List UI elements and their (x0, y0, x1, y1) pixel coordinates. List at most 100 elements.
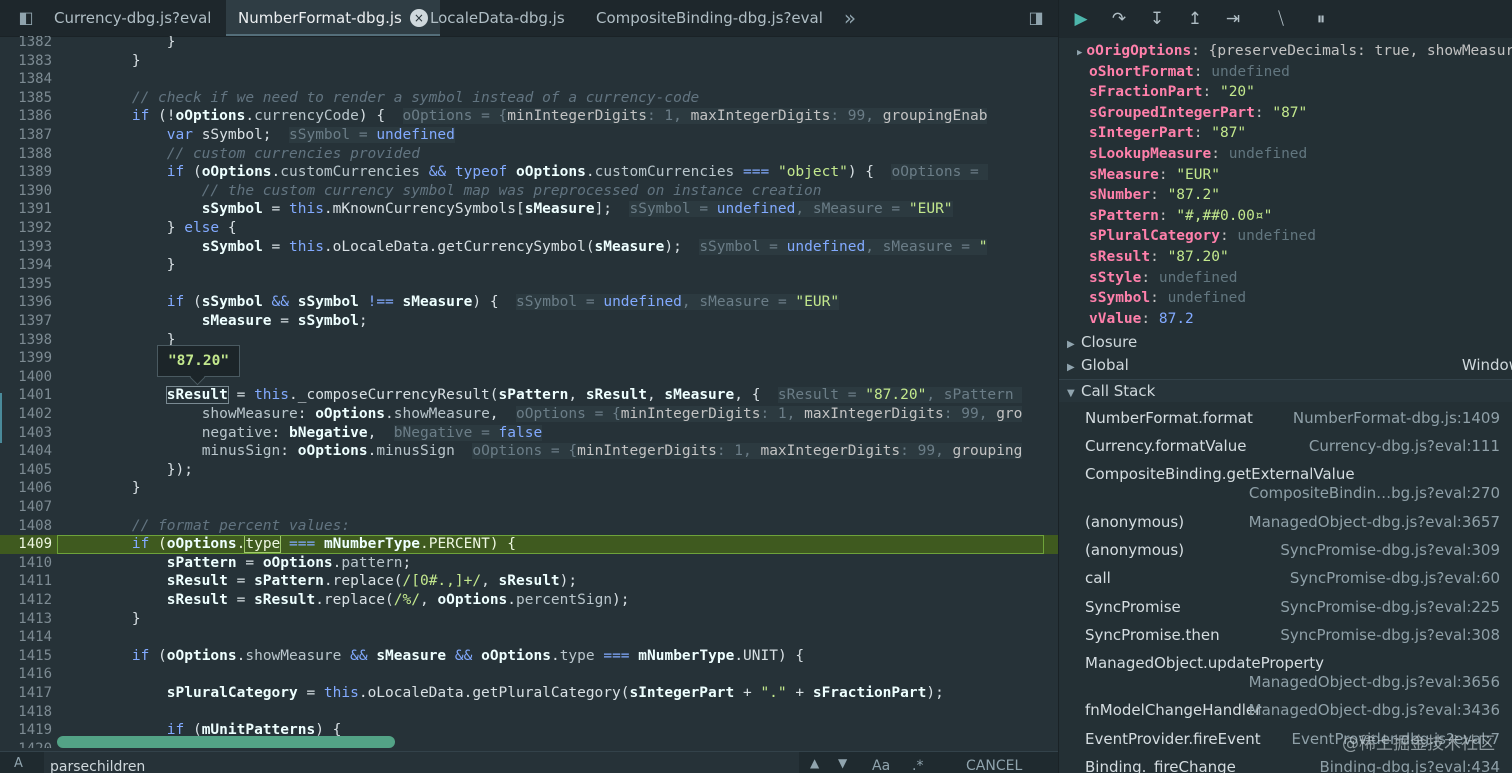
call-frame-location[interactable]: ManagedObject-dbg.js?eval:3436 (1249, 701, 1500, 719)
cancel-search-button[interactable]: CANCEL (966, 758, 1022, 773)
line-number[interactable]: 1410 (0, 554, 52, 573)
line-number[interactable]: 1419 (0, 721, 52, 740)
line-number[interactable]: 1396 (0, 293, 52, 312)
code-line[interactable]: 1405 }); (0, 461, 1058, 480)
code-line[interactable]: 1417 sPluralCategory = this.oLocaleData.… (0, 684, 1058, 703)
call-frame-function[interactable]: SyncPromise (1085, 598, 1181, 616)
code-line[interactable]: 1397 sMeasure = sSymbol; (0, 312, 1058, 331)
code-line[interactable]: 1391 sSymbol = this.mKnownCurrencySymbol… (0, 200, 1058, 219)
line-number[interactable]: 1383 (0, 52, 52, 71)
line-number[interactable]: 1413 (0, 610, 52, 629)
line-number[interactable]: 1382 (0, 36, 52, 52)
next-match-icon[interactable]: ▼ (838, 756, 847, 770)
scope-variable[interactable]: sGroupedIntegerPart: "87" (1089, 103, 1307, 124)
scope-variable[interactable]: sNumber: "87.2" (1089, 185, 1220, 206)
step-into-icon[interactable]: ↧ (1145, 8, 1169, 30)
code-line[interactable]: 1383 } (0, 52, 1058, 71)
step-icon[interactable]: ⇥ (1221, 8, 1245, 30)
code-line[interactable]: 1396 if (sSymbol && sSymbol !== sMeasure… (0, 293, 1058, 312)
close-icon[interactable]: × (409, 8, 428, 27)
call-frame-function[interactable]: Binding._fireChange (1085, 758, 1236, 773)
line-number[interactable]: 1398 (0, 331, 52, 350)
code-line[interactable]: 1404 minusSign: oOptions.minusSign oOpti… (0, 442, 1058, 461)
code-line[interactable]: 1418 (0, 703, 1058, 722)
code-line[interactable]: 1406 } (0, 479, 1058, 498)
line-number[interactable]: 1418 (0, 703, 52, 722)
scope-variable[interactable]: sFractionPart: "20" (1089, 82, 1255, 103)
code-line[interactable]: 1413 } (0, 610, 1058, 629)
code-line[interactable]: 1412 sResult = sResult.replace(/%/, oOpt… (0, 591, 1058, 610)
code-line[interactable]: 1382 } (0, 36, 1058, 52)
scope-variable[interactable]: sLookupMeasure: undefined (1089, 144, 1307, 165)
toggle-secondary-panel-icon[interactable]: ◨ (1026, 8, 1046, 28)
horizontal-scrollbar[interactable] (57, 736, 395, 748)
code-line[interactable]: 1387 var sSymbol; sSymbol = undefined (0, 126, 1058, 145)
line-number[interactable]: 1392 (0, 219, 52, 238)
line-number[interactable]: 1395 (0, 275, 52, 294)
line-number[interactable]: 1391 (0, 200, 52, 219)
call-frame-function[interactable]: call (1085, 569, 1111, 587)
line-number[interactable]: 1409 (0, 535, 52, 554)
code-line[interactable]: 1392 } else { (0, 219, 1058, 238)
code-line[interactable]: 1386 if (!oOptions.currencyCode) { oOpti… (0, 107, 1058, 126)
code-line[interactable]: 1407 (0, 498, 1058, 517)
line-number[interactable]: 1403 (0, 424, 52, 443)
call-frame-function[interactable]: Currency.formatValue (1085, 437, 1246, 455)
line-number[interactable]: 1416 (0, 665, 52, 684)
regex-button[interactable]: .* (912, 758, 923, 773)
code-area[interactable]: 1382 } 1383 } 1384 1385 // check if we need… (0, 36, 1058, 748)
code-line[interactable]: 1394 } (0, 256, 1058, 275)
deactivate-breakpoints-icon[interactable]: ⧹ (1269, 8, 1293, 30)
code-line[interactable]: 1415 if (oOptions.showMeasure && sMeasur… (0, 647, 1058, 666)
line-number[interactable]: 1417 (0, 684, 52, 703)
line-number[interactable]: 1412 (0, 591, 52, 610)
line-number[interactable]: 1405 (0, 461, 52, 480)
scope-variable[interactable]: ▶ oOrigOptions: {preserveDecimals: true, … (1077, 41, 1512, 62)
match-case-button[interactable]: Aa (872, 758, 890, 773)
code-line[interactable]: 1402 showMeasure: oOptions.showMeasure, … (0, 405, 1058, 424)
line-number[interactable]: 1401 (0, 386, 52, 405)
call-frame-location[interactable]: ManagedObject-dbg.js?eval:3656 (1249, 673, 1500, 691)
code-line[interactable]: 1389 if (oOptions.customCurrencies && ty… (0, 163, 1058, 182)
call-frame-function[interactable]: NumberFormat.format (1085, 409, 1253, 427)
call-frame-location[interactable]: SyncPromise-dbg.js?eval:60 (1290, 569, 1500, 587)
call-frame-function[interactable]: CompositeBinding.getExternalValue (1085, 465, 1355, 483)
expand-icon[interactable]: ▶ (1077, 48, 1082, 58)
scope-variable[interactable]: sResult: "87.20" (1089, 247, 1229, 268)
resume-icon[interactable]: ▶ (1069, 8, 1093, 30)
line-number[interactable]: 1411 (0, 572, 52, 591)
call-frame-location[interactable]: Binding-dbg.js?eval:434 (1319, 758, 1500, 773)
scope-variable[interactable]: sSymbol: undefined (1089, 288, 1246, 309)
tab-numberformat[interactable]: NumberFormat-dbg.js × (226, 0, 440, 36)
scope-variable[interactable]: sMeasure: "EUR" (1089, 165, 1220, 186)
code-line[interactable]: 1385 // check if we need to render a sym… (0, 89, 1058, 108)
line-number[interactable]: 1407 (0, 498, 52, 517)
call-frame-location[interactable]: SyncPromise-dbg.js?eval:308 (1280, 626, 1500, 644)
line-number[interactable]: 1385 (0, 89, 52, 108)
tab-compositebinding[interactable]: CompositeBinding-dbg.js?eval (596, 0, 823, 36)
call-frame-location[interactable]: NumberFormat-dbg.js:1409 (1293, 409, 1500, 427)
line-number[interactable]: 1400 (0, 368, 52, 387)
previous-match-icon[interactable]: ▲ (810, 756, 819, 770)
code-line[interactable]: 1393 sSymbol = this.oLocaleData.getCurre… (0, 238, 1058, 257)
line-number[interactable]: 1389 (0, 163, 52, 182)
call-frame-function[interactable]: ManagedObject.updateProperty (1085, 654, 1324, 672)
scope-variable[interactable]: vValue: 87.2 (1089, 309, 1194, 330)
code-line[interactable]: 1388 // custom currencies provided (0, 145, 1058, 164)
code-line[interactable]: 1410 sPattern = oOptions.pattern; (0, 554, 1058, 573)
line-number[interactable]: 1414 (0, 628, 52, 647)
toggle-sidebar-icon[interactable]: ◧ (16, 8, 36, 28)
line-number[interactable]: 1415 (0, 647, 52, 666)
code-line[interactable]: 1395 (0, 275, 1058, 294)
line-number[interactable]: 1402 (0, 405, 52, 424)
line-number[interactable]: 1397 (0, 312, 52, 331)
call-frame-location[interactable]: Currency-dbg.js?eval:111 (1309, 437, 1500, 455)
code-line[interactable]: 1384 (0, 70, 1058, 89)
call-frame-function[interactable]: (anonymous) (1085, 513, 1184, 531)
closure-scope[interactable]: ▶ Closure (1059, 331, 1512, 353)
search-input[interactable]: parsechildren (44, 752, 799, 773)
global-scope[interactable]: ▶ Global Window (1059, 354, 1512, 376)
call-frame-location[interactable]: SyncPromise-dbg.js?eval:225 (1280, 598, 1500, 616)
line-number[interactable]: 1390 (0, 182, 52, 201)
more-tabs-icon[interactable]: » (840, 8, 860, 28)
